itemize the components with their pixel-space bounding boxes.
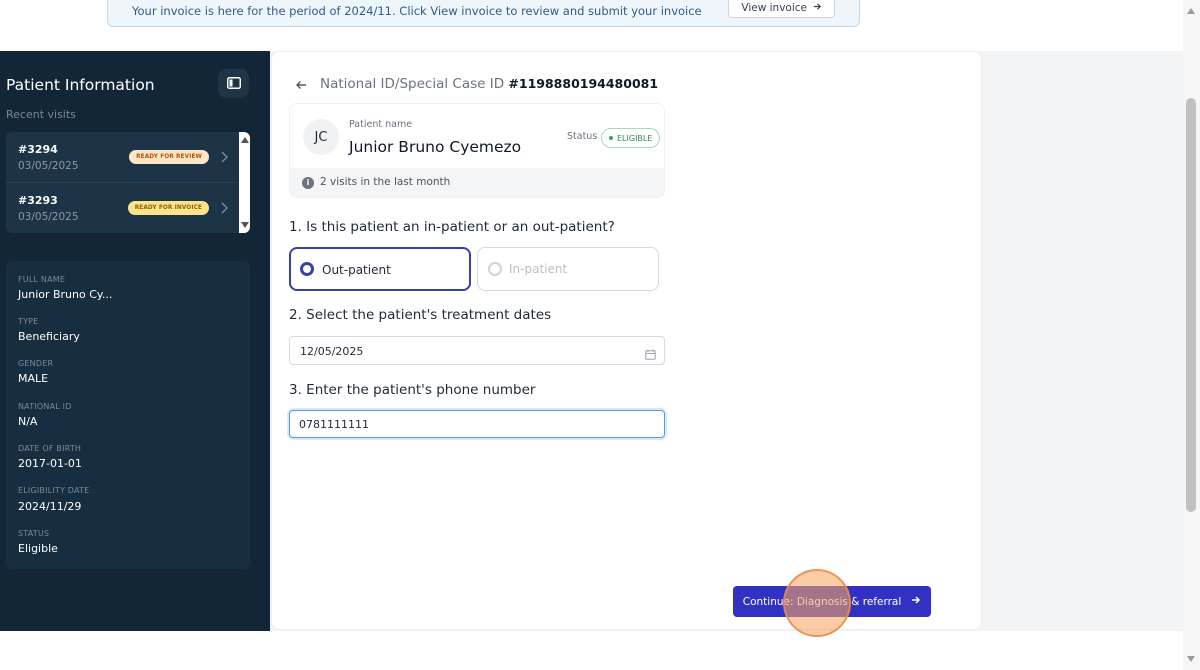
visit-date: 03/05/2025: [18, 211, 79, 223]
detail-label: GENDER: [18, 359, 54, 368]
question-treatment-dates: 2. Select the patient's treatment dates: [289, 307, 552, 323]
visit-id: #3294: [18, 143, 58, 156]
detail-label: STATUS: [18, 529, 50, 538]
visit-id: #3293: [18, 194, 58, 207]
question-patient-type: 1. Is this patient an in-patient or an o…: [289, 219, 615, 235]
detail-label: ELIGIBILITY DATE: [18, 486, 90, 495]
treatment-date-picker[interactable]: 12/05/2025: [289, 336, 665, 365]
status-dot-icon: [609, 136, 613, 140]
detail-value: Eligible: [18, 542, 58, 555]
page-scrollbar[interactable]: [1183, 0, 1200, 670]
detail-value: 2017-01-01: [18, 457, 82, 470]
status-badge: ELIGIBLE: [601, 128, 661, 148]
scroll-up-icon[interactable]: [241, 137, 249, 143]
patient-sidebar: Patient Information Recent visits #3294 …: [0, 51, 270, 631]
national-id-value: #1198880194480081: [508, 76, 659, 91]
detail-value: MALE: [18, 372, 49, 385]
patient-card-footer: i 2 visits in the last month: [290, 168, 664, 197]
question-phone-number: 3. Enter the patient's phone number: [289, 382, 536, 398]
info-icon: i: [302, 177, 314, 189]
visit-date: 03/05/2025: [18, 160, 79, 172]
recent-visits-list: #3294 03/05/2025 READY FOR REVIEW #3293 …: [6, 132, 250, 233]
sidebar-toggle-button[interactable]: [218, 69, 249, 98]
detail-value: Junior Bruno Cy...: [18, 288, 113, 301]
radio-selected-icon: [300, 262, 314, 276]
visit-status-badge: READY FOR REVIEW: [129, 150, 209, 164]
status-label: Status: [567, 131, 598, 142]
arrow-right-icon: [813, 2, 822, 14]
chevron-right-icon: [218, 200, 230, 214]
patient-name-label: Patient name: [349, 119, 413, 130]
scrollbar-thumb[interactable]: [1186, 98, 1196, 512]
radio-in-patient-label: In-patient: [509, 262, 568, 276]
detail-value: 2024/11/29: [18, 500, 82, 513]
national-id-label: National ID/Special Case ID: [320, 76, 505, 92]
status-badge-text: ELIGIBLE: [617, 133, 653, 143]
radio-in-patient[interactable]: In-patient: [477, 247, 659, 291]
back-arrow-icon[interactable]: [294, 77, 308, 91]
chevron-right-icon: [218, 149, 230, 163]
detail-label: NATIONAL ID: [18, 402, 72, 411]
patient-summary-card: JC Patient name Junior Bruno Cyemezo Sta…: [289, 103, 665, 198]
avatar: JC: [303, 119, 339, 155]
detail-label: DATE OF BIRTH: [18, 444, 82, 453]
patient-details-panel: FULL NAME Junior Bruno Cy... TYPE Benefi…: [6, 261, 250, 569]
continue-diagnosis-button[interactable]: Continue: Diagnosis & referral: [733, 586, 931, 617]
treatment-date-value: 12/05/2025: [300, 345, 364, 358]
invoice-banner-text: Your invoice is here for the period of 2…: [132, 4, 702, 18]
sidebar-title: Patient Information: [6, 76, 155, 94]
detail-value: N/A: [18, 415, 38, 428]
phone-number-input[interactable]: [289, 410, 665, 438]
calendar-icon[interactable]: [645, 345, 656, 360]
invoice-banner: Your invoice is here for the period of 2…: [107, 0, 860, 27]
radio-out-patient-label: Out-patient: [322, 263, 391, 277]
sidebar-collapse-icon: [226, 74, 241, 93]
visits-scrollbar[interactable]: [239, 132, 250, 233]
view-invoice-label: View invoice: [741, 1, 807, 14]
detail-label: FULL NAME: [18, 275, 66, 284]
arrow-right-icon: [911, 595, 921, 608]
visits-note: 2 visits in the last month: [320, 176, 451, 188]
scroll-up-icon[interactable]: [1187, 8, 1195, 14]
visit-status-badge: READY FOR INVOICE: [127, 201, 209, 215]
patient-name: Junior Bruno Cyemezo: [349, 138, 522, 156]
visit-form-card: National ID/Special Case ID #11988801944…: [271, 51, 982, 630]
national-id-heading: National ID/Special Case ID #11988801944…: [320, 76, 658, 92]
recent-visits-label: Recent visits: [6, 108, 76, 121]
radio-unselected-icon: [488, 262, 502, 276]
detail-value: Beneficiary: [18, 330, 80, 343]
visit-item[interactable]: #3294 03/05/2025 READY FOR REVIEW: [6, 132, 239, 182]
radio-out-patient[interactable]: Out-patient: [289, 247, 471, 291]
scroll-down-icon[interactable]: [1187, 656, 1195, 662]
scroll-down-icon[interactable]: [241, 222, 249, 228]
visit-item[interactable]: #3293 03/05/2025 READY FOR INVOICE: [6, 182, 239, 232]
continue-button-label: Continue: Diagnosis & referral: [742, 595, 902, 608]
view-invoice-button[interactable]: View invoice: [728, 0, 835, 18]
detail-label: TYPE: [18, 317, 39, 326]
